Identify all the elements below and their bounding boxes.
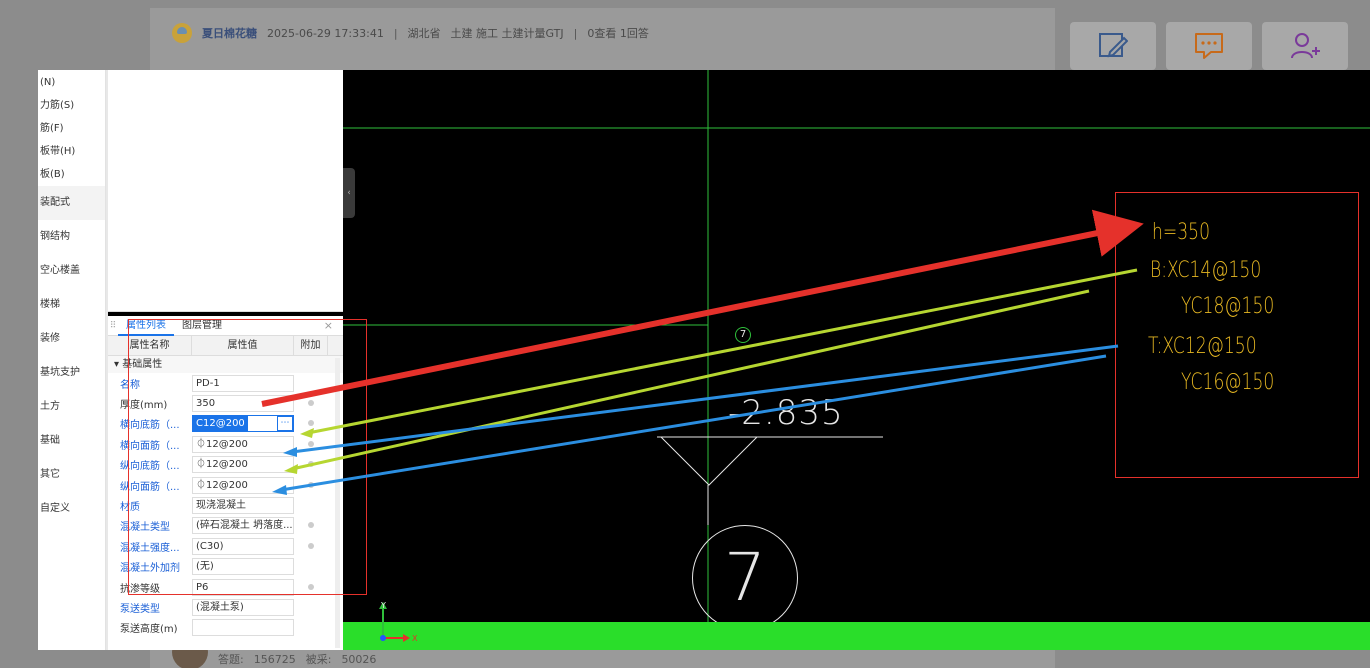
component-nav: (N) 力筋(S) 筋(F) 板带(H) 板(B) 装配式 钢结构 空心楼盖 楼梯 装修 基坑支护… [38, 70, 106, 650]
nav-item-small[interactable]: (N) [38, 71, 105, 94]
property-value[interactable] [192, 619, 294, 637]
add-user-icon [1291, 33, 1320, 59]
nav-item-small[interactable]: 筋(F) [38, 117, 105, 140]
elevation-label: -2.835 [728, 393, 844, 433]
nav-item[interactable]: 基础 [38, 424, 105, 458]
elevation-symbol [660, 436, 758, 486]
nav-item[interactable]: 基坑支护 [38, 356, 105, 390]
property-name: 泵送类型 [120, 603, 160, 615]
edit-button[interactable] [1070, 22, 1156, 70]
component-list-area [108, 70, 343, 312]
axis-y-label: Y [380, 601, 386, 610]
coordinate-axis-icon: Y X [379, 601, 418, 643]
property-row: 泵送高度(m) [108, 618, 343, 638]
chevron-down-icon: ▾ [114, 359, 123, 370]
post-tags: 土建 施工 土建计量GTJ [450, 27, 564, 40]
separator: | [393, 26, 398, 40]
nav-item[interactable]: 自定义 [38, 492, 105, 526]
annotation-thickness: h=350 [1152, 220, 1211, 245]
nav-item[interactable]: 钢结构 [38, 220, 105, 254]
drag-grip-icon[interactable]: ⠿ [108, 321, 118, 331]
annotation-bottom-x: B:XC14@150 [1150, 258, 1262, 283]
annotation-bottom-y: YC18@150 [1181, 294, 1275, 319]
post-meta: 夏日棉花糖 2025-06-29 17:33:41 | 湖北省 土建 施工 土建… [172, 20, 649, 46]
property-value[interactable]: (混凝土泵) [192, 598, 294, 616]
nav-item[interactable]: 土方 [38, 390, 105, 424]
annotation-top-x: T:XC12@150 [1148, 334, 1257, 359]
comment-button[interactable] [1166, 22, 1252, 70]
author-name[interactable]: 夏日棉花糖 [202, 25, 257, 41]
adopted-label: 被采: [305, 653, 332, 666]
nav-item[interactable]: 装配式 [38, 186, 105, 220]
axis-bubble-large: 7 [692, 525, 798, 631]
answerer-stats: 答题: 156725 被采: 50026 [172, 634, 377, 668]
axis-bubble-small: 7 [735, 327, 751, 343]
post-datetime: 2025-06-29 17:33:41 [267, 26, 384, 40]
nav-item[interactable]: 空心楼盖 [38, 254, 105, 288]
ground-band [343, 622, 1370, 650]
nav-item-small[interactable]: 板(B) [38, 163, 105, 186]
adopted-count: 50026 [341, 652, 377, 666]
comment-icon [1195, 33, 1223, 59]
axis-x-label: X [412, 634, 418, 643]
invite-button[interactable] [1262, 22, 1348, 70]
answers-label: 答题: [218, 653, 244, 666]
post-stats: 0查看 1回答 [587, 27, 649, 40]
separator: | [573, 26, 578, 40]
post-region: 湖北省 [407, 27, 441, 40]
property-row: 泵送类型 (混凝土泵) [108, 597, 343, 617]
property-highlight-box [128, 319, 367, 595]
nav-item[interactable]: 其它 [38, 458, 105, 492]
property-name: 泵送高度(m) [120, 624, 178, 636]
annotation-top-y: YC16@150 [1181, 370, 1275, 395]
user-avatar[interactable] [172, 23, 192, 43]
nav-item-small[interactable]: 力筋(S) [38, 94, 105, 117]
edit-icon [1099, 33, 1128, 58]
nav-item[interactable]: 楼梯 [38, 288, 105, 322]
answers-count: 156725 [253, 652, 296, 666]
nav-item[interactable]: 装修 [38, 322, 105, 356]
nav-item-small[interactable]: 板带(H) [38, 140, 105, 163]
